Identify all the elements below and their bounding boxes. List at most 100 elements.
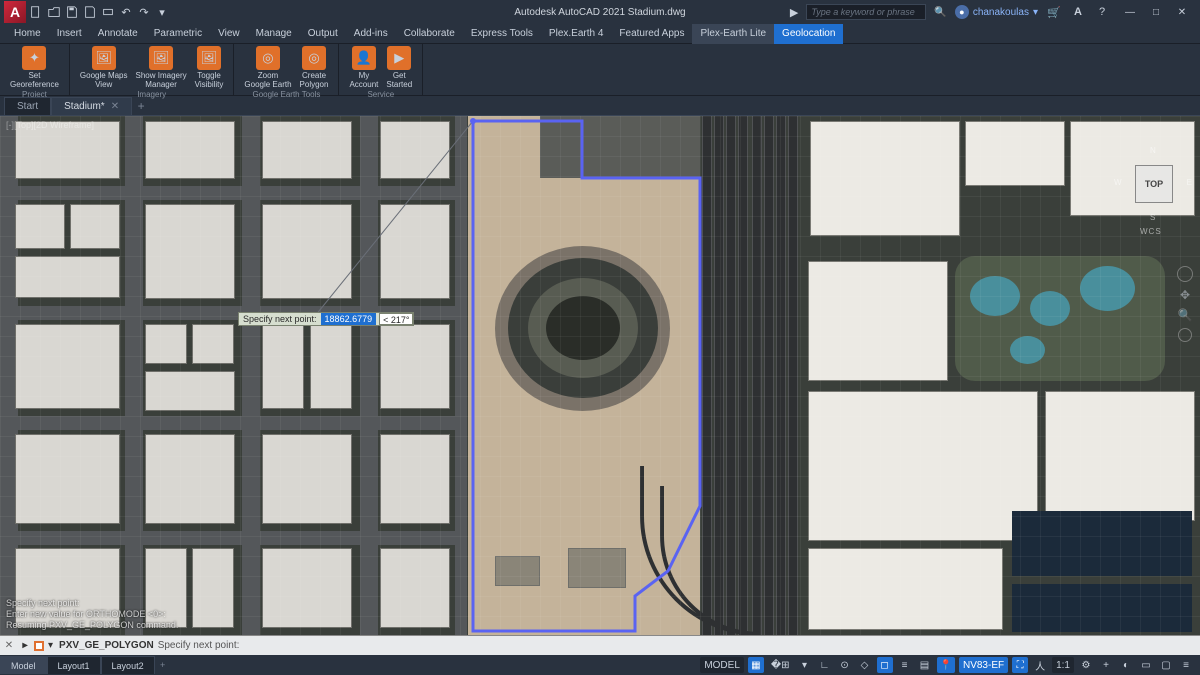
menu-plex-earth-4[interactable]: Plex.Earth 4 [541,24,611,44]
user-dropdown-icon[interactable]: ▾ [1033,7,1038,18]
layout-tab-layout2[interactable]: Layout2 [101,656,155,674]
menu-geolocation[interactable]: Geolocation [774,24,843,44]
ribbon-google-maps-view[interactable]: 🖼Google Maps View [76,46,132,89]
doc-tab-stadium[interactable]: Stadium*✕ [51,97,132,115]
signin-icon[interactable]: 🔍 [934,7,946,18]
command-line[interactable]: ✕ ▸ ▾ PXV_GE_POLYGON Specify next point: [0,635,1200,655]
help-icon[interactable]: ? [1094,4,1110,20]
ribbon-icon: ✦ [22,46,46,70]
sb-cleanscreen-icon[interactable]: ▢ [1158,657,1174,673]
minimize-button[interactable]: — [1118,4,1142,20]
tooltip-distance[interactable]: 18862.6779 [321,313,377,325]
sb-polar-icon[interactable]: ⊙ [837,657,853,673]
sb-model-button[interactable]: MODEL [700,657,744,673]
menu-home[interactable]: Home [6,24,49,44]
tooltip-angle[interactable]: < 217° [379,313,413,325]
doc-tab-add-button[interactable]: + [132,97,150,115]
qat-new-icon[interactable] [28,4,44,20]
sb-grid-icon[interactable]: ▦ [748,657,764,673]
ribbon-set-georeference[interactable]: ✦Set Georeference [6,46,63,89]
qat-undo-icon[interactable]: ↶ [118,4,134,20]
menu-add-ins[interactable]: Add-ins [346,24,396,44]
layout-tab-model[interactable]: Model [0,656,47,674]
qat-saveas-icon[interactable] [82,4,98,20]
sb-customize-icon[interactable]: ≡ [1178,657,1194,673]
autodesk-icon[interactable]: A [1070,4,1086,20]
cmdline-gear-icon[interactable] [32,639,46,653]
sb-annotation-icon[interactable]: 人 [1032,657,1048,673]
ribbon-my-account[interactable]: 👤My Account [345,46,382,89]
sb-monitor-icon[interactable]: ▭ [1138,657,1154,673]
sb-geomarker-icon[interactable]: 📍 [937,657,955,673]
sb-plus-icon[interactable]: + [1098,657,1114,673]
menu-featured-apps[interactable]: Featured Apps [611,24,692,44]
layout-add-button[interactable]: + [155,660,171,670]
ribbon-label: Get Started [386,71,412,89]
qat-plot-icon[interactable] [100,4,116,20]
search-glyph-icon: ▶ [790,6,798,19]
title-text: Autodesk AutoCAD 2021 Stadium.dwg [514,7,685,18]
cart-icon[interactable]: 🛒 [1046,4,1062,20]
menu-view[interactable]: View [210,24,248,44]
viewcube[interactable]: N S W E TOP WCS [1126,156,1182,212]
ribbon-icon: ◎ [256,46,280,70]
close-button[interactable]: ✕ [1170,4,1194,20]
ribbon-get-started[interactable]: ▶Get Started [382,46,416,89]
maximize-button[interactable]: □ [1144,4,1168,20]
qat-dropdown-icon[interactable]: ▾ [154,4,170,20]
sb-iso-icon[interactable]: ◇ [857,657,873,673]
qat-save-icon[interactable] [64,4,80,20]
ribbon-label: Set Georeference [10,71,59,89]
navbar-orbit-icon[interactable] [1178,328,1192,342]
menu-manage[interactable]: Manage [248,24,300,44]
search-input[interactable]: Type a keyword or phrase [806,4,926,20]
doc-tab-close-icon[interactable]: ✕ [111,98,119,116]
sb-dropdown-1-icon[interactable]: ▾ [797,657,813,673]
ribbon-icon: 🖼 [197,46,221,70]
menu-parametric[interactable]: Parametric [146,24,210,44]
viewcube-w[interactable]: W [1114,178,1122,187]
doc-tab-label: Start [17,98,38,116]
sb-transparency-icon[interactable]: ▤ [917,657,933,673]
viewcube-n[interactable]: N [1150,146,1156,155]
drawing-viewport[interactable]: [-][Top][2D Wireframe] Specify next poin… [0,116,1200,635]
ribbon-label: Toggle Visibility [195,71,224,89]
ribbon-create-polygon[interactable]: ◎Create Polygon [296,46,333,89]
doc-tab-start[interactable]: Start [4,97,51,115]
navbar-pan-icon[interactable]: ✥ [1180,288,1190,302]
menu-plex-earth-lite[interactable]: Plex-Earth Lite [692,24,774,44]
menu-insert[interactable]: Insert [49,24,90,44]
menu-express-tools[interactable]: Express Tools [463,24,541,44]
user-chip[interactable]: ● chanakoulas ▾ [955,5,1038,19]
sb-workspace-icon[interactable]: ◐ [1118,657,1134,673]
sb-annoscale-icon[interactable]: ⛶ [1012,657,1028,673]
menu-collaborate[interactable]: Collaborate [396,24,463,44]
viewcube-top[interactable]: TOP [1135,165,1173,203]
ribbon-show-imagery-manager[interactable]: 🖼Show Imagery Manager [132,46,191,89]
qat-redo-icon[interactable]: ↷ [136,4,152,20]
layout-tab-layout1[interactable]: Layout1 [47,656,101,674]
navbar-zoom-icon[interactable]: 🔍 [1178,308,1193,322]
viewcube-e[interactable]: E [1187,178,1192,187]
sb-coordsys[interactable]: NV83-EF [959,657,1008,673]
layout-tabs: ModelLayout1Layout2 [0,655,155,675]
qat-open-icon[interactable] [46,4,62,20]
viewcube-s[interactable]: S [1150,213,1155,222]
viewport-label[interactable]: [-][Top][2D Wireframe] [6,120,94,130]
cmdline-close-icon[interactable]: ✕ [0,640,18,651]
ribbon-label: My Account [349,71,378,89]
menu-output[interactable]: Output [300,24,346,44]
menu-annotate[interactable]: Annotate [90,24,146,44]
sb-ortho-icon[interactable]: ∟ [817,657,833,673]
ribbon-zoom-google-earth[interactable]: ◎Zoom Google Earth [240,46,295,89]
sb-snap-icon[interactable]: �⊞ [768,657,793,673]
navbar-wheel-icon[interactable] [1177,266,1193,282]
sb-gear-icon[interactable]: ⚙ [1078,657,1094,673]
sb-lineweight-icon[interactable]: ≡ [897,657,913,673]
sb-scale[interactable]: 1:1 [1052,657,1074,673]
cmdline-caret-icon[interactable]: ▸ [18,640,32,651]
ribbon-toggle-visibility[interactable]: 🖼Toggle Visibility [191,46,228,89]
dynamic-input-tooltip: Specify next point: 18862.6779 < 217° [238,312,414,326]
viewcube-wcs[interactable]: WCS [1140,227,1162,236]
sb-osnap-icon[interactable]: ◻ [877,657,893,673]
